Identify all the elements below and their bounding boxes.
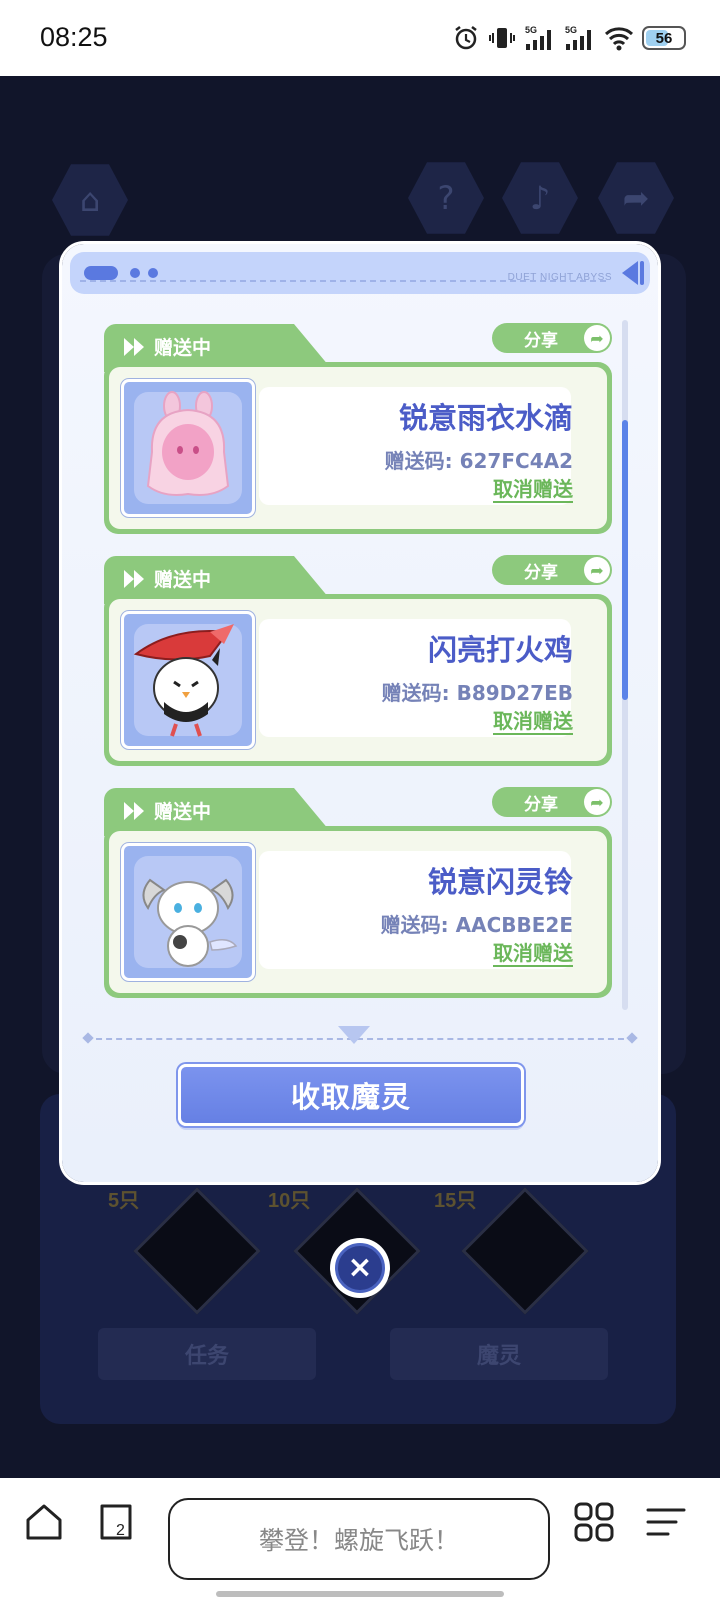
header-dot (148, 268, 158, 278)
share-label: 分享 (524, 330, 558, 351)
share-button[interactable]: 分享 ➦ (492, 555, 612, 585)
status-time: 08:25 (40, 22, 108, 52)
reward-count: 10只 (268, 1190, 311, 1212)
card-status: 赠送中 (124, 333, 211, 360)
pet-name: 锐意闪灵铃 (427, 865, 573, 899)
tab-spirit: 魔灵 (390, 1328, 608, 1380)
address-bar[interactable]: 攀登！螺旋飞跃！ (168, 1498, 550, 1580)
reward-count: 5只 (108, 1190, 140, 1212)
help-icon: ? (408, 162, 484, 234)
header-bar (640, 261, 644, 285)
status-label: 赠送中 (154, 569, 212, 591)
signal-5g-icon: 5G (525, 25, 551, 50)
menu-button[interactable] (642, 1498, 690, 1546)
svg-text:5G: 5G (565, 25, 577, 35)
scrollbar-track[interactable] (622, 320, 628, 1010)
share-label: 分享 (524, 794, 558, 815)
header-arrow-icon (622, 261, 638, 285)
divider-dot (626, 1032, 638, 1044)
apps-button[interactable] (570, 1498, 618, 1546)
pet-name: 锐意雨衣水滴 (398, 401, 573, 435)
card-inner: 闪亮打火鸡 赠送码: B89D27EB 取消赠送 (109, 599, 607, 761)
menu-icon (646, 1508, 686, 1536)
gift-code: 赠送码: B89D27EB (381, 681, 573, 705)
card-status: 赠送中 (124, 797, 211, 824)
down-arrow-icon (338, 1026, 370, 1044)
share-label: 分享 (524, 562, 558, 583)
card-body: 闪亮打火鸡 赠送码: B89D27EB 取消赠送 (104, 594, 612, 766)
browser-bottom-bar: 2 攀登！螺旋飞跃！ (0, 1478, 720, 1600)
share-arrow-icon: ➦ (584, 557, 610, 583)
close-button[interactable]: × (330, 1238, 390, 1298)
pet-name: 闪亮打火鸡 (427, 633, 573, 667)
header-tag: DUET NIGHT ABYSS (507, 272, 612, 283)
tab-task: 任务 (98, 1328, 316, 1380)
pet-image-frame (121, 379, 255, 517)
close-icon: × (335, 1243, 385, 1293)
share-arrow-icon: ➦ (584, 325, 610, 351)
dialog-header: DUET NIGHT ABYSS (70, 252, 650, 294)
tabs-icon: 2 (100, 1504, 132, 1540)
signal-5g-icon-2: 5G (565, 25, 591, 50)
reward-diamond (133, 1187, 261, 1315)
vibrate-icon (489, 28, 515, 48)
card-body: 锐意闪灵铃 赠送码: AACBBE2E 取消赠送 (104, 826, 612, 998)
pet-image-frame (121, 611, 255, 749)
home-button[interactable] (20, 1498, 68, 1546)
status-label: 赠送中 (154, 337, 212, 359)
music-icon: ♪ (502, 162, 578, 234)
gift-card: 赠送中 分享 ➦ (104, 787, 612, 998)
scrollbar-thumb[interactable] (622, 420, 628, 700)
fast-forward-icon (124, 801, 144, 820)
cancel-gift-link[interactable]: 取消赠送 (493, 709, 573, 735)
share-icon: ➦ (598, 162, 674, 234)
gift-card: 赠送中 分享 ➦ (104, 555, 612, 766)
header-pill (84, 266, 118, 280)
tabs-button[interactable]: 2 (92, 1498, 140, 1546)
status-label: 赠送中 (154, 801, 212, 823)
gift-card: 赠送中 分享 ➦ 锐意雨衣水滴 赠送码: 627FC4A2 取消赠送 (104, 323, 612, 534)
card-inner: 锐意闪灵铃 赠送码: AACBBE2E 取消赠送 (109, 831, 607, 993)
card-body: 锐意雨衣水滴 赠送码: 627FC4A2 取消赠送 (104, 362, 612, 534)
reward-diamond (461, 1187, 589, 1315)
pet-goat-bell-image (142, 878, 238, 967)
collect-spirit-button[interactable]: 收取魔灵 (178, 1064, 524, 1126)
card-inner: 锐意雨衣水滴 赠送码: 627FC4A2 取消赠送 (109, 367, 607, 529)
header-dot (130, 268, 140, 278)
share-arrow-icon: ➦ (584, 789, 610, 815)
status-icons: 5G 5G 56 (452, 22, 686, 54)
battery-level: 56 (655, 29, 673, 47)
wifi-icon (604, 27, 634, 51)
pet-fire-chicken-image (133, 624, 234, 737)
svg-text:2: 2 (116, 1522, 125, 1539)
cancel-gift-link[interactable]: 取消赠送 (493, 941, 573, 967)
share-button[interactable]: 分享 ➦ (492, 323, 612, 353)
home-icon (26, 1504, 62, 1540)
pet-image-frame (121, 843, 255, 981)
share-button[interactable]: 分享 ➦ (492, 787, 612, 817)
gift-code: 赠送码: AACBBE2E (380, 913, 573, 937)
divider-dot (82, 1032, 94, 1044)
home-indicator (216, 1591, 504, 1597)
grid-icon (574, 1502, 614, 1542)
card-status: 赠送中 (124, 565, 211, 592)
fast-forward-icon (124, 337, 144, 356)
reward-count: 15只 (434, 1190, 477, 1212)
cancel-gift-link[interactable]: 取消赠送 (493, 477, 573, 503)
gift-code: 赠送码: 627FC4A2 (384, 449, 573, 473)
status-bar: 08:25 5G 5G 56 (0, 0, 720, 76)
pet-raincoat-drop-image (146, 391, 230, 496)
alarm-icon (455, 26, 477, 50)
gift-list-dialog: DUET NIGHT ABYSS 赠送中 分享 ➦ 锐意雨衣水滴 赠送码: 62… (62, 244, 658, 1182)
battery-indicator: 56 (642, 26, 686, 50)
svg-text:5G: 5G (525, 25, 537, 35)
fast-forward-icon (124, 569, 144, 588)
home-icon: ⌂ (52, 164, 128, 236)
